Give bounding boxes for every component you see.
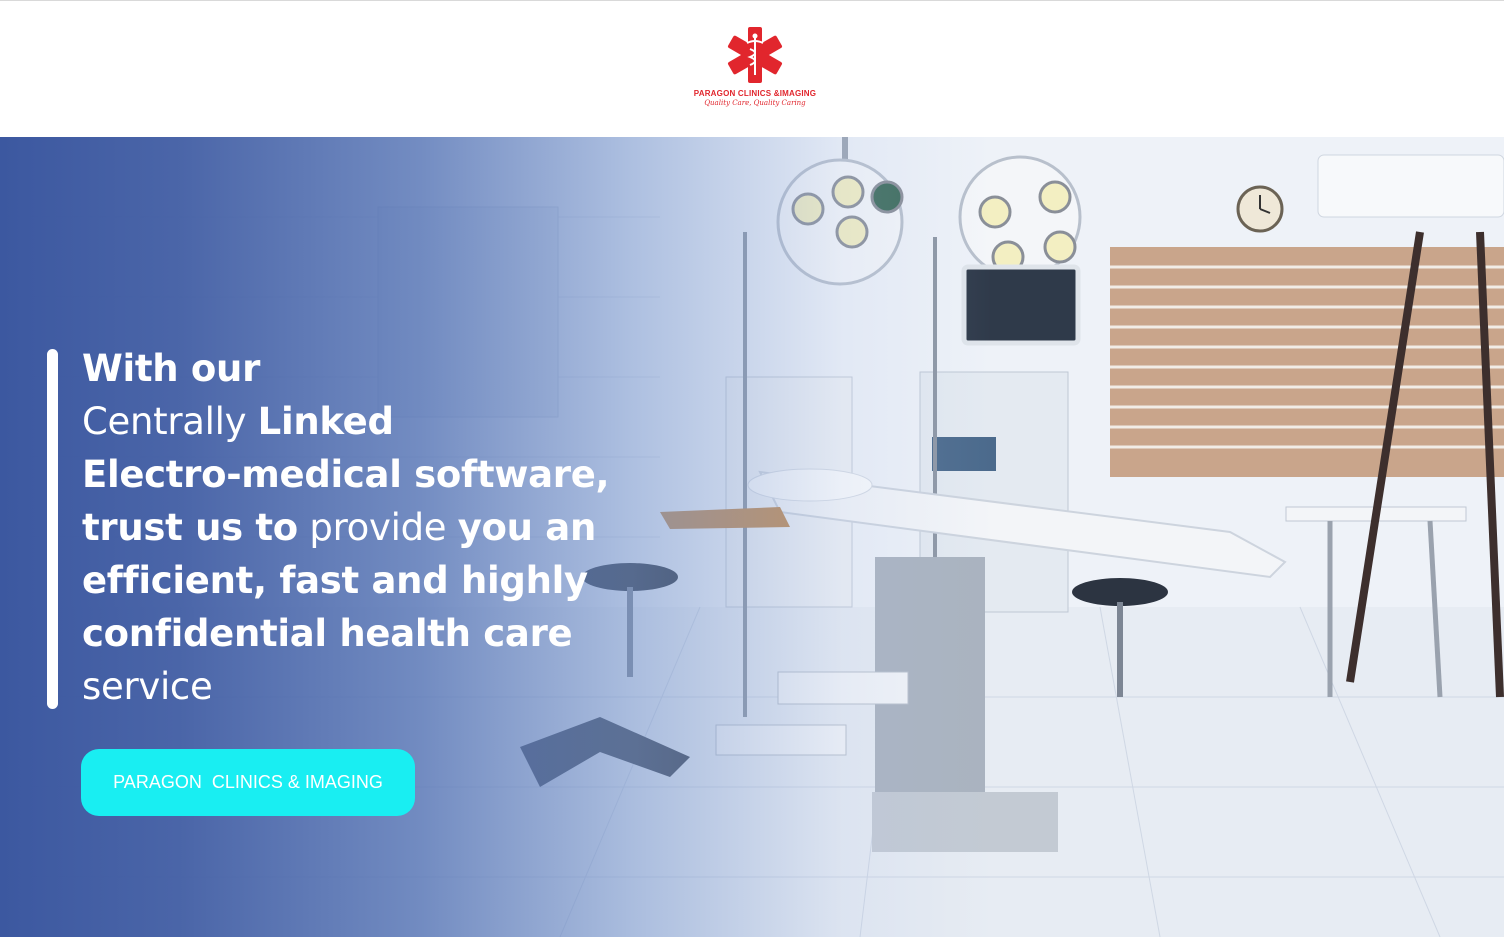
headline-line-1: With our xyxy=(82,347,261,390)
headline-line-7: service xyxy=(82,665,213,708)
medical-star-of-life-icon xyxy=(727,27,783,83)
headline-line-4c: you an xyxy=(457,506,597,549)
brand-logo[interactable]: PARAGON CLINICS &IMAGING Quality Care, Q… xyxy=(690,23,820,113)
headline-accent-bar xyxy=(47,349,58,709)
headline-line-4a: trust us to xyxy=(82,506,298,549)
headline-line-5: efficient, fast and highly xyxy=(82,559,588,602)
paragon-cta-button[interactable]: PARAGON CLINICS & IMAGING xyxy=(81,749,415,816)
headline-line-4b: provide xyxy=(309,506,447,549)
brand-name: PARAGON CLINICS &IMAGING xyxy=(693,89,817,98)
headline-line-2a: Centrally xyxy=(82,400,247,443)
headline-line-3: Electro-medical software, xyxy=(82,453,610,496)
headline-line-2b: Linked xyxy=(257,400,394,443)
brand-tagline: Quality Care, Quality Caring xyxy=(704,99,806,107)
headline-line-6: confidential health care xyxy=(82,612,573,655)
hero-headline: With our Centrally Linked Electro-medica… xyxy=(82,342,682,713)
hero-banner: With our Centrally Linked Electro-medica… xyxy=(0,137,1504,937)
site-header: PARAGON CLINICS &IMAGING Quality Care, Q… xyxy=(0,0,1504,137)
